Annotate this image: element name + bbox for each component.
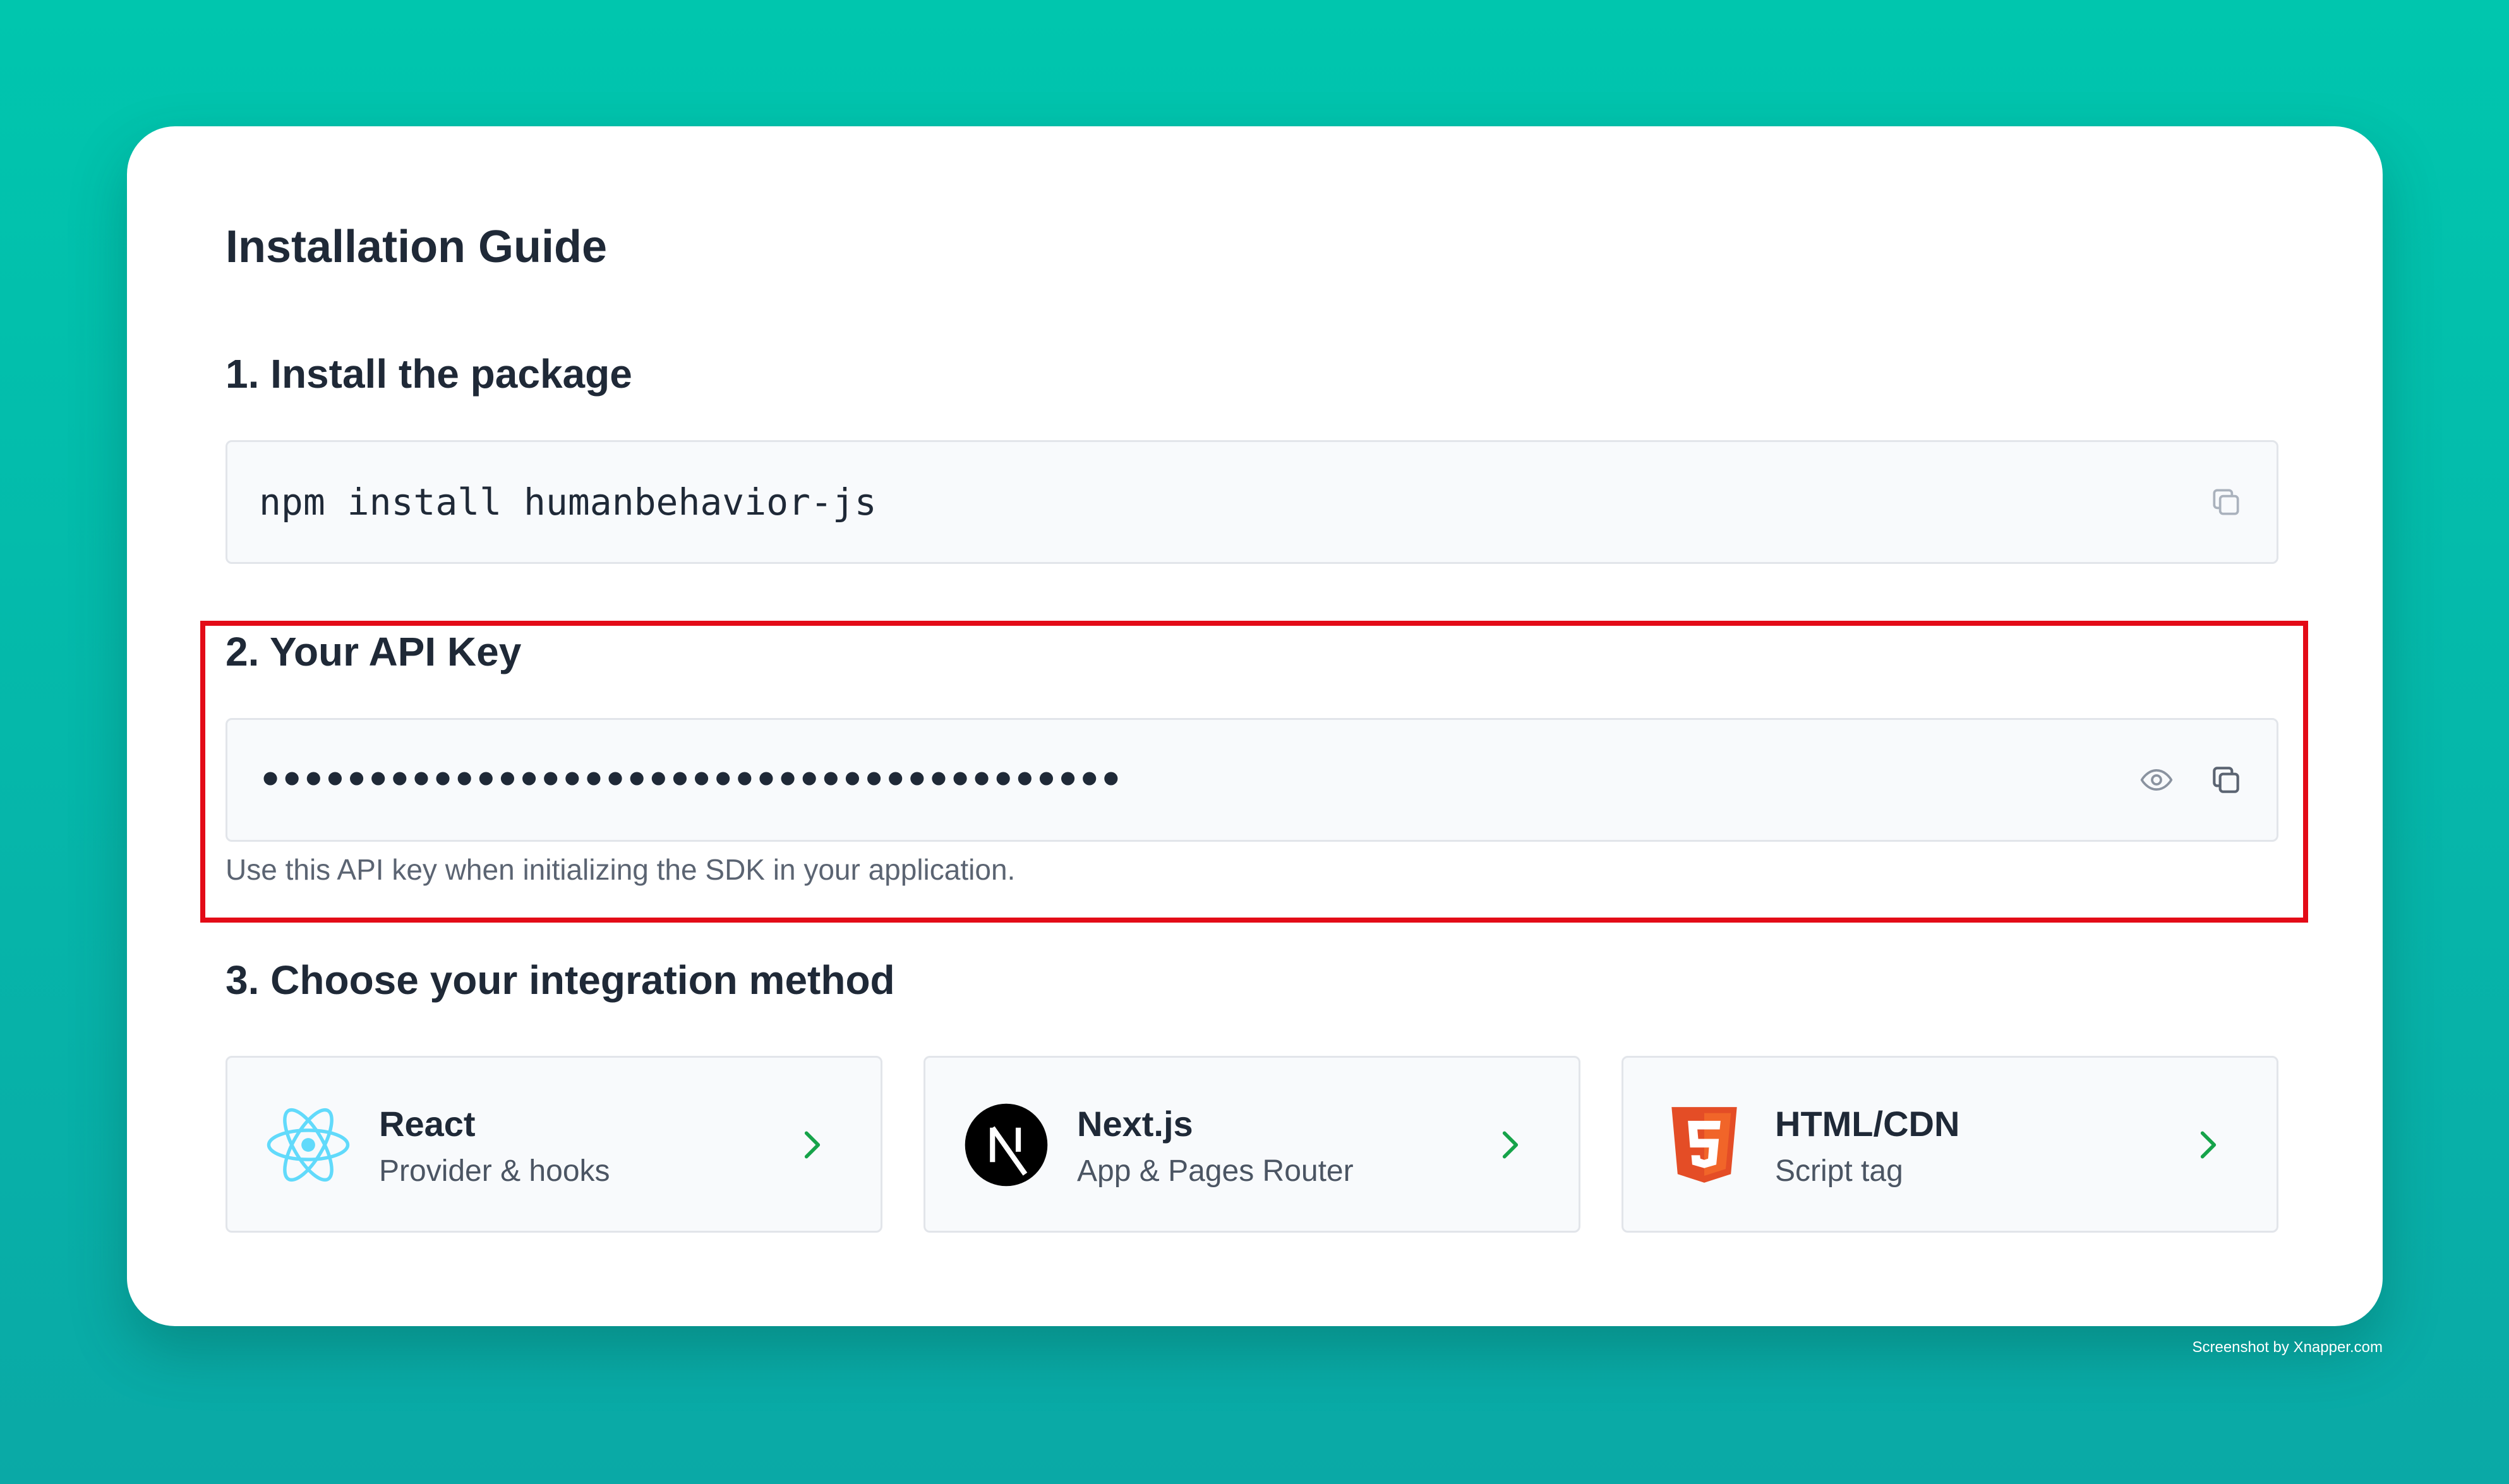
chevron-right-icon [2191, 1126, 2226, 1164]
method-subtitle: Provider & hooks [379, 1154, 610, 1188]
method-name: HTML/CDN [1775, 1104, 1960, 1144]
reveal-key-button[interactable] [2138, 761, 2175, 799]
chevron-right-icon [1493, 1126, 1528, 1164]
masked-api-key: •••••••••••••••••••••••••••••••••••••••• [259, 758, 1122, 802]
copy-key-button[interactable] [2207, 761, 2245, 799]
method-subtitle: App & Pages Router [1077, 1154, 1354, 1188]
eye-icon [2140, 769, 2173, 791]
method-name: Next.js [1077, 1104, 1193, 1144]
method-card-nextjs[interactable]: Next.js App & Pages Router [924, 1056, 1580, 1233]
method-card-html-cdn[interactable]: HTML/CDN Script tag [1622, 1056, 2278, 1233]
step-install-heading: 1. Install the package [226, 351, 632, 397]
install-command-box: npm install humanbehavior-js [226, 440, 2278, 564]
copy-command-button[interactable] [2207, 483, 2245, 521]
install-command: npm install humanbehavior-js [259, 481, 877, 524]
api-key-hint: Use this API key when initializing the S… [226, 853, 1016, 886]
page-title: Installation Guide [226, 222, 608, 272]
chevron-right-icon [795, 1126, 830, 1164]
copy-icon [2213, 489, 2239, 515]
nextjs-logo-icon [963, 1102, 1049, 1188]
integration-methods: React Provider & hooks Next.js App & Pag… [226, 1056, 2278, 1233]
method-subtitle: Script tag [1775, 1154, 1903, 1188]
html5-logo-icon [1661, 1102, 1747, 1188]
api-key-box: •••••••••••••••••••••••••••••••••••••••• [226, 718, 2278, 842]
react-logo-icon [265, 1102, 351, 1188]
step-api-key-heading: 2. Your API Key [226, 629, 522, 674]
step-integration-heading: 3. Choose your integration method [226, 957, 895, 1003]
method-name: React [379, 1104, 476, 1144]
installation-guide-card: Installation Guide 1. Install the packag… [127, 126, 2383, 1326]
watermark: Screenshot by Xnapper.com [2192, 1339, 2383, 1356]
copy-icon [2213, 767, 2239, 793]
method-card-react[interactable]: React Provider & hooks [226, 1056, 882, 1233]
